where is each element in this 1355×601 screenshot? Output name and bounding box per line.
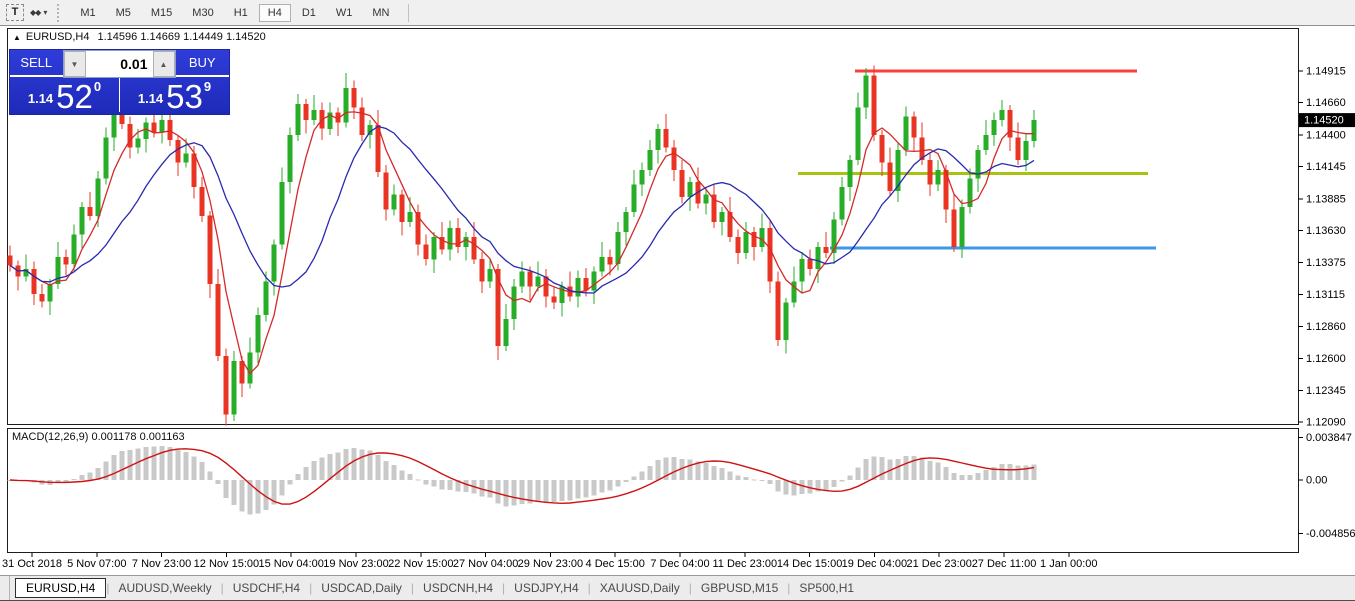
chart-tab-bar: EURUSD,H4|AUDUSD,Weekly|USDCHF,H4|USDCAD… bbox=[0, 575, 1355, 601]
svg-text:22 Nov 15:00: 22 Nov 15:00 bbox=[388, 558, 453, 570]
collapse-triangle-icon[interactable]: ▲ bbox=[13, 33, 21, 42]
sell-price-display[interactable]: 1.14 52 0 bbox=[10, 77, 119, 112]
chart-tab-gbpusd[interactable]: GBPUSD,M15 bbox=[692, 578, 787, 598]
svg-text:-0.004856: -0.004856 bbox=[1306, 528, 1355, 540]
svg-text:0.00: 0.00 bbox=[1306, 475, 1327, 487]
svg-text:1.14400: 1.14400 bbox=[1306, 130, 1346, 142]
chart-title: ▲ EURUSD,H4 1.14596 1.14669 1.14449 1.14… bbox=[13, 31, 266, 43]
candlestick-series[interactable] bbox=[8, 65, 1037, 425]
chart-tab-usdjpy[interactable]: USDJPY,H4 bbox=[505, 578, 587, 598]
svg-text:4 Dec 15:00: 4 Dec 15:00 bbox=[586, 558, 645, 570]
sell-button[interactable]: SELL bbox=[10, 50, 63, 77]
chart-tab-eurusd[interactable]: EURUSD,H4 bbox=[15, 578, 106, 598]
svg-text:1.14660: 1.14660 bbox=[1306, 97, 1346, 109]
buy-button[interactable]: BUY bbox=[176, 50, 230, 77]
svg-text:14 Dec 15:00: 14 Dec 15:00 bbox=[777, 558, 842, 570]
volume-stepper: ▼ 0.01 ▲ bbox=[63, 50, 176, 78]
svg-text:19 Nov 23:00: 19 Nov 23:00 bbox=[323, 558, 388, 570]
macd-axis[interactable]: 0.003847 0.00 -0.004856 bbox=[1298, 432, 1355, 540]
svg-text:1.14145: 1.14145 bbox=[1306, 161, 1346, 173]
svg-text:7 Dec 04:00: 7 Dec 04:00 bbox=[650, 558, 709, 570]
chevron-down-icon: ▾ bbox=[43, 8, 47, 17]
tab-scroll-gutter[interactable] bbox=[0, 576, 10, 600]
timeframe-button-m1[interactable]: M1 bbox=[71, 4, 104, 22]
svg-text:11 Dec 23:00: 11 Dec 23:00 bbox=[712, 558, 777, 570]
toolbar-separator bbox=[408, 4, 409, 22]
text-tool-button[interactable]: T bbox=[6, 3, 24, 23]
top-toolbar: T ◆◆ ▾ M1M5M15M30H1H4D1W1MN bbox=[0, 0, 1355, 26]
timeframe-button-h1[interactable]: H1 bbox=[225, 4, 257, 22]
svg-text:1.14520: 1.14520 bbox=[1304, 115, 1344, 127]
svg-text:21 Dec 23:00: 21 Dec 23:00 bbox=[906, 558, 971, 570]
volume-decrease-button[interactable]: ▼ bbox=[64, 51, 86, 77]
timeframe-button-d1[interactable]: D1 bbox=[293, 4, 325, 22]
time-axis[interactable]: 31 Oct 2018 5 Nov 07:00 7 Nov 23:0012 Nov … bbox=[2, 553, 1098, 570]
svg-text:12 Nov 15:00: 12 Nov 15:00 bbox=[194, 558, 259, 570]
sell-price-pipette: 0 bbox=[94, 79, 101, 94]
macd-panel[interactable] bbox=[8, 446, 1037, 514]
svg-text:27 Nov 04:00: 27 Nov 04:00 bbox=[453, 558, 518, 570]
svg-text:29 Nov 23:00: 29 Nov 23:00 bbox=[518, 558, 583, 570]
current-price-badge: 1.14520 bbox=[1299, 113, 1355, 127]
chart-tab-xauusd[interactable]: XAUUSD,Daily bbox=[591, 578, 689, 598]
buy-price-prefix: 1.14 bbox=[138, 91, 163, 106]
timeframe-button-m30[interactable]: M30 bbox=[183, 4, 222, 22]
chart-tabs: EURUSD,H4|AUDUSD,Weekly|USDCHF,H4|USDCAD… bbox=[10, 576, 863, 600]
buy-price-display[interactable]: 1.14 53 9 bbox=[119, 77, 229, 112]
buy-price-big-digits: 53 bbox=[166, 83, 203, 110]
chart-window: 1.14915 1.14660 1.14400 1.14145 1.13885 1.136… bbox=[0, 26, 1355, 600]
volume-input[interactable]: 0.01 bbox=[86, 51, 153, 77]
text-tool-icon: T bbox=[6, 4, 24, 21]
svg-text:1.14915: 1.14915 bbox=[1306, 66, 1346, 78]
diamonds-icon: ◆◆ bbox=[30, 8, 40, 17]
timeframe-button-w1[interactable]: W1 bbox=[327, 4, 362, 22]
sell-price-prefix: 1.14 bbox=[28, 91, 53, 106]
svg-text:5 Nov 07:00: 5 Nov 07:00 bbox=[67, 558, 126, 570]
timeframe-button-group: M1M5M15M30H1H4D1W1MN bbox=[70, 0, 399, 25]
svg-text:27 Dec 11:00: 27 Dec 11:00 bbox=[972, 558, 1037, 570]
svg-text:15 Nov 04:00: 15 Nov 04:00 bbox=[258, 558, 323, 570]
chart-symbol-label: EURUSD,H4 bbox=[26, 31, 90, 43]
timeframe-button-h4[interactable]: H4 bbox=[259, 4, 291, 22]
toolbar-drag-handle[interactable] bbox=[57, 4, 64, 22]
svg-text:1.12600: 1.12600 bbox=[1306, 353, 1346, 365]
chart-tab-usdcnh[interactable]: USDCNH,H4 bbox=[414, 578, 502, 598]
svg-text:1 Jan 00:00: 1 Jan 00:00 bbox=[1040, 558, 1098, 570]
svg-text:1.13630: 1.13630 bbox=[1306, 225, 1346, 237]
arrange-symbols-button[interactable]: ◆◆ ▾ bbox=[30, 3, 47, 23]
svg-text:1.12345: 1.12345 bbox=[1306, 385, 1346, 397]
timeframe-button-m5[interactable]: M5 bbox=[107, 4, 140, 22]
one-click-trade-panel: SELL ▼ 0.01 ▲ BUY 1.14 52 0 1.14 53 9 bbox=[10, 50, 229, 114]
chart-tab-usdchf[interactable]: USDCHF,H4 bbox=[224, 578, 309, 598]
svg-text:1.13115: 1.13115 bbox=[1306, 289, 1345, 301]
chart-tab-audusd[interactable]: AUDUSD,Weekly bbox=[109, 578, 220, 598]
sell-price-big-digits: 52 bbox=[56, 83, 93, 110]
svg-text:1.13375: 1.13375 bbox=[1306, 257, 1346, 269]
svg-text:0.003847: 0.003847 bbox=[1306, 432, 1352, 444]
volume-increase-button[interactable]: ▲ bbox=[153, 51, 175, 77]
macd-indicator-label: MACD(12,26,9) 0.001178 0.001163 bbox=[12, 431, 185, 443]
chart-tab-usdcad[interactable]: USDCAD,Daily bbox=[312, 578, 411, 598]
timeframe-button-mn[interactable]: MN bbox=[363, 4, 398, 22]
chart-tab-sp500[interactable]: SP500,H1 bbox=[790, 578, 863, 598]
svg-text:1.13885: 1.13885 bbox=[1306, 194, 1346, 206]
svg-text:7 Nov 23:00: 7 Nov 23:00 bbox=[132, 558, 191, 570]
svg-text:31 Oct 2018: 31 Oct 2018 bbox=[2, 558, 62, 570]
svg-text:1.12860: 1.12860 bbox=[1306, 321, 1346, 333]
svg-text:19 Dec 04:00: 19 Dec 04:00 bbox=[842, 558, 907, 570]
timeframe-button-m15[interactable]: M15 bbox=[142, 4, 181, 22]
chart-ohlc-label: 1.14596 1.14669 1.14449 1.14520 bbox=[98, 31, 266, 43]
svg-text:1.12090: 1.12090 bbox=[1306, 417, 1346, 429]
buy-price-pipette: 9 bbox=[204, 79, 211, 94]
